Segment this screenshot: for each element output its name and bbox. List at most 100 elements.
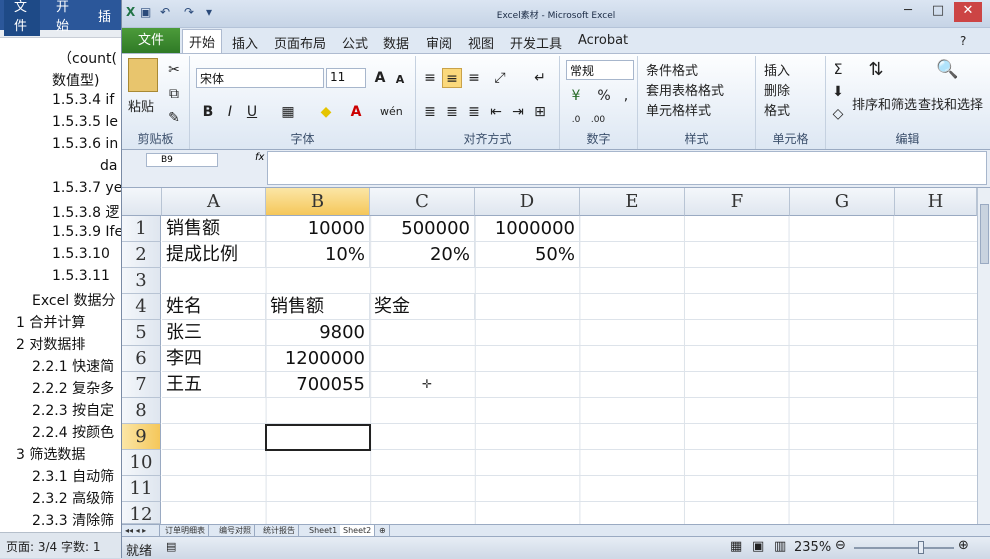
row-header[interactable]: 5 [122, 320, 161, 346]
sheet-tab[interactable]: Sheet1 [306, 525, 342, 536]
column-header-D[interactable]: D [475, 188, 580, 216]
scrollbar-thumb[interactable] [980, 204, 989, 264]
currency-icon[interactable]: ¥ [566, 86, 586, 106]
sheet-tab[interactable]: 编号对照 [216, 525, 255, 536]
cell-B4[interactable]: 销售额 [266, 294, 370, 320]
border-icon[interactable]: ▦ [278, 102, 298, 122]
row-header[interactable]: 4 [122, 294, 161, 320]
column-header-G[interactable]: G [790, 188, 895, 216]
row-header[interactable]: 1 [122, 216, 161, 242]
orientation-icon[interactable]: ⤢ [490, 68, 510, 88]
conditional-format-button[interactable]: 条件格式 [646, 60, 698, 79]
worksheet-grid[interactable]: A B C D E F G H 1 2 3 4 5 6 7 8 9 10 11 … [122, 188, 977, 524]
page-break-view-icon[interactable]: ▥ [774, 539, 786, 554]
vertical-scrollbar[interactable] [977, 188, 990, 524]
tab-view[interactable]: 视图 [462, 31, 500, 54]
format-as-table-button[interactable]: 套用表格格式 [646, 80, 724, 99]
select-all-corner[interactable] [122, 188, 162, 216]
increase-decimal-icon[interactable]: .0 [566, 110, 586, 130]
phonetic-icon[interactable]: wén [380, 102, 403, 122]
align-right-icon[interactable]: ≣ [464, 102, 484, 122]
sheet-tab-active[interactable]: Sheet2 [340, 525, 376, 536]
delete-cells-button[interactable]: 删除 [764, 80, 790, 99]
cell-A2[interactable]: 提成比例 [162, 242, 266, 268]
cell-A5[interactable]: 张三 [162, 320, 266, 346]
new-sheet-icon[interactable]: ⊕ [376, 525, 390, 536]
merge-center-icon[interactable]: ⊞ [530, 102, 550, 122]
row-header[interactable]: 11 [122, 476, 161, 502]
cell-D1[interactable]: 1000000 [475, 216, 580, 242]
macro-record-icon[interactable]: ▤ [166, 540, 176, 553]
column-header-H[interactable]: H [895, 188, 977, 216]
zoom-level[interactable]: 235% [794, 540, 831, 555]
cell-C1[interactable]: 500000 [370, 216, 475, 242]
tab-acrobat[interactable]: Acrobat [572, 31, 634, 50]
font-name-dropdown[interactable]: 宋体 [196, 68, 324, 88]
bold-icon[interactable]: B [198, 102, 218, 122]
name-box[interactable]: B9 [146, 153, 218, 167]
cell-B6[interactable]: 1200000 [266, 346, 370, 372]
formula-input[interactable] [267, 151, 987, 185]
column-header-C[interactable]: C [370, 188, 475, 216]
cell-A6[interactable]: 李四 [162, 346, 266, 372]
tab-page-layout[interactable]: 页面布局 [268, 31, 332, 54]
font-color-icon[interactable]: A [346, 102, 366, 122]
sort-filter-button[interactable]: 排序和筛选 [852, 94, 917, 113]
format-painter-icon[interactable]: ✎ [164, 108, 184, 128]
row-header[interactable]: 7 [122, 372, 161, 398]
row-header[interactable]: 10 [122, 450, 161, 476]
increase-indent-icon[interactable]: ⇥ [508, 102, 528, 122]
format-cells-button[interactable]: 格式 [764, 100, 790, 119]
cell-styles-button[interactable]: 单元格样式 [646, 100, 711, 119]
shrink-font-icon[interactable]: A [390, 70, 410, 90]
align-middle-icon[interactable]: ≡ [442, 68, 462, 88]
cell-B7[interactable]: 700055 [266, 372, 370, 398]
cut-icon[interactable]: ✂ [164, 60, 184, 80]
fill-icon[interactable]: ⬇ [828, 82, 848, 102]
wrap-text-icon[interactable]: ↵ [530, 68, 550, 88]
row-header[interactable]: 3 [122, 268, 161, 294]
tab-formulas[interactable]: 公式 [336, 31, 374, 54]
cell-B2[interactable]: 10% [266, 242, 370, 268]
column-header-A[interactable]: A [162, 188, 266, 216]
decrease-decimal-icon[interactable]: .00 [588, 110, 608, 130]
copy-icon[interactable]: ⧉ [164, 84, 184, 104]
cell-A1[interactable]: 销售额 [162, 216, 266, 242]
minimize-icon[interactable]: ─ [894, 2, 922, 22]
fill-color-icon[interactable]: ◆ [316, 102, 336, 122]
row-header[interactable]: 2 [122, 242, 161, 268]
cell-D2[interactable]: 50% [475, 242, 580, 268]
font-size-dropdown[interactable]: 11 [326, 68, 366, 88]
clear-icon[interactable]: ◇ [828, 104, 848, 124]
row-header[interactable]: 6 [122, 346, 161, 372]
paste-button[interactable]: 粘贴 [128, 96, 154, 115]
zoom-slider-thumb[interactable] [918, 541, 924, 554]
cell-A7[interactable]: 王五 [162, 372, 266, 398]
word-tab-insert[interactable]: 插 [88, 4, 121, 27]
column-header-E[interactable]: E [580, 188, 685, 216]
zoom-slider[interactable] [854, 547, 954, 549]
cell-A4[interactable]: 姓名 [162, 294, 266, 320]
align-center-icon[interactable]: ≣ [442, 102, 462, 122]
underline-icon[interactable]: U [242, 102, 262, 122]
tab-data[interactable]: 数据 [377, 31, 415, 54]
sheet-tab[interactable]: 订单明细表 [162, 525, 209, 536]
tab-home[interactable]: 开始 [182, 29, 223, 53]
decrease-indent-icon[interactable]: ⇤ [486, 102, 506, 122]
percent-icon[interactable]: % [594, 86, 614, 106]
italic-icon[interactable]: I [220, 102, 240, 122]
close-icon[interactable]: ✕ [954, 2, 982, 22]
row-header[interactable]: 12 [122, 502, 161, 524]
tab-insert[interactable]: 插入 [226, 31, 264, 54]
paste-icon[interactable] [128, 58, 158, 92]
tab-file[interactable]: 文件 [122, 28, 180, 53]
row-header[interactable]: 9 [122, 424, 161, 450]
cell-C2[interactable]: 20% [370, 242, 475, 268]
row-header[interactable]: 8 [122, 398, 161, 424]
number-format-dropdown[interactable]: 常规 [566, 60, 634, 80]
autosum-icon[interactable]: Σ [828, 60, 848, 80]
column-header-B[interactable]: B [266, 188, 370, 216]
help-icon[interactable]: ? [960, 34, 966, 48]
active-cell-B9[interactable] [265, 424, 371, 451]
align-top-icon[interactable]: ≡ [420, 68, 440, 88]
